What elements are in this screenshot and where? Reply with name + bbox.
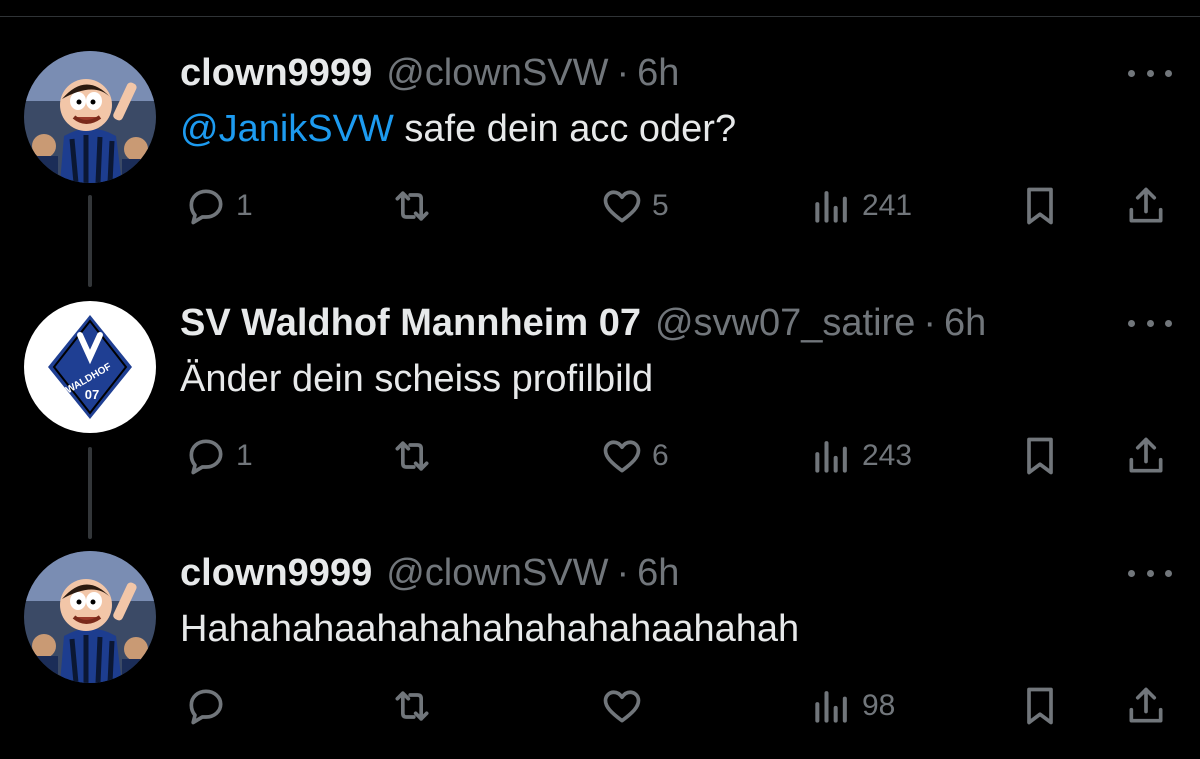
timestamp[interactable]: 6h (637, 552, 679, 595)
tweet-body: Hahahahaahahahahahahahaahahah (180, 608, 800, 650)
views-count: 241 (862, 189, 913, 222)
bookmark-icon (1027, 437, 1053, 475)
views-icon (815, 441, 847, 473)
share-button[interactable] (1124, 431, 1168, 481)
user-handle[interactable]: @clownSVW (386, 52, 608, 95)
action-bar: 98 (0, 681, 1200, 731)
share-icon (1129, 437, 1163, 473)
tweet-header: SV Waldhof Mannheim 07 @svw07_satire · 6… (180, 301, 986, 345)
tweet-body: Änder dein scheiss profilbild (180, 358, 654, 400)
like-count: 5 (652, 189, 669, 222)
bookmark-icon (1027, 687, 1053, 725)
retweet-icon (395, 191, 429, 221)
reply-button[interactable] (184, 681, 228, 731)
like-icon (603, 690, 641, 723)
reply-count: 1 (236, 189, 253, 222)
reply-icon (189, 439, 223, 475)
display-name[interactable]: clown9999 (180, 52, 372, 95)
avatar[interactable] (24, 51, 156, 183)
bookmark-button[interactable] (1018, 431, 1062, 481)
separator-dot: · (616, 51, 630, 94)
user-handle[interactable]: @svw07_satire (655, 302, 915, 345)
separator-dot: · (616, 551, 630, 594)
retweet-button[interactable] (390, 181, 434, 231)
views-button[interactable]: 241 (810, 181, 912, 231)
reply-icon (189, 189, 223, 225)
like-icon (603, 440, 641, 473)
more-icon[interactable] (1128, 63, 1172, 83)
like-button[interactable]: 5 (600, 181, 669, 231)
bookmark-icon (1027, 187, 1053, 225)
display-name[interactable]: SV Waldhof Mannheim 07 (180, 302, 641, 345)
crest-number: 07 (85, 387, 99, 402)
views-button[interactable]: 243 (810, 431, 912, 481)
views-button[interactable]: 98 (810, 681, 895, 731)
tweet-text: Änder dein scheiss profilbild (180, 355, 653, 403)
action-bar: 1 5 241 (0, 181, 1200, 231)
avatar[interactable]: WALDHOF 07 (24, 301, 156, 433)
timestamp[interactable]: 6h (637, 52, 679, 95)
top-divider (0, 16, 1200, 17)
reply-button[interactable]: 1 (184, 181, 253, 231)
bookmark-button[interactable] (1018, 681, 1062, 731)
views-icon (815, 191, 847, 223)
retweet-icon (395, 691, 429, 721)
retweet-button[interactable] (390, 681, 434, 731)
tweet-header: clown9999 @clownSVW · 6h (180, 551, 679, 595)
retweet-button[interactable] (390, 431, 434, 481)
mention-link[interactable]: @JanikSVW (180, 108, 394, 150)
avatar[interactable] (24, 551, 156, 683)
like-count: 6 (652, 439, 669, 472)
display-name[interactable]: clown9999 (180, 552, 372, 595)
more-icon[interactable] (1128, 563, 1172, 583)
more-icon[interactable] (1128, 313, 1172, 333)
retweet-icon (395, 441, 429, 471)
timestamp[interactable]: 6h (944, 302, 986, 345)
action-bar: 1 6 243 (0, 431, 1200, 481)
tweet-header: clown9999 @clownSVW · 6h (180, 51, 679, 95)
views-icon (815, 691, 847, 723)
cartoon-avatar-image (24, 51, 156, 183)
tweet[interactable]: WALDHOF 07 SV Waldhof Mannheim 07 @svw07… (0, 301, 1200, 551)
share-button[interactable] (1124, 681, 1168, 731)
share-button[interactable] (1124, 181, 1168, 231)
reply-icon (189, 689, 223, 725)
reply-count: 1 (236, 439, 253, 472)
views-count: 98 (862, 689, 896, 722)
bookmark-button[interactable] (1018, 181, 1062, 231)
tweet-text: @JanikSVW safe dein acc oder? (180, 105, 736, 153)
like-button[interactable]: 6 (600, 431, 669, 481)
views-count: 243 (862, 439, 913, 472)
user-handle[interactable]: @clownSVW (386, 552, 608, 595)
tweet-text: Hahahahaahahahahahahahaahahah (180, 605, 799, 653)
share-icon (1129, 187, 1163, 223)
reply-button[interactable]: 1 (184, 431, 253, 481)
cartoon-avatar-image (24, 551, 156, 683)
tweet-body: safe dein acc oder? (404, 108, 737, 150)
tweet[interactable]: clown9999 @clownSVW · 6h Hahahahaahahaha… (0, 551, 1200, 759)
like-button[interactable] (600, 681, 644, 731)
like-icon (603, 190, 641, 223)
tweet[interactable]: clown9999 @clownSVW · 6h @JanikSVW safe … (0, 51, 1200, 301)
separator-dot: · (923, 301, 936, 344)
crest-avatar-image: WALDHOF 07 (24, 301, 156, 433)
share-icon (1129, 687, 1163, 723)
